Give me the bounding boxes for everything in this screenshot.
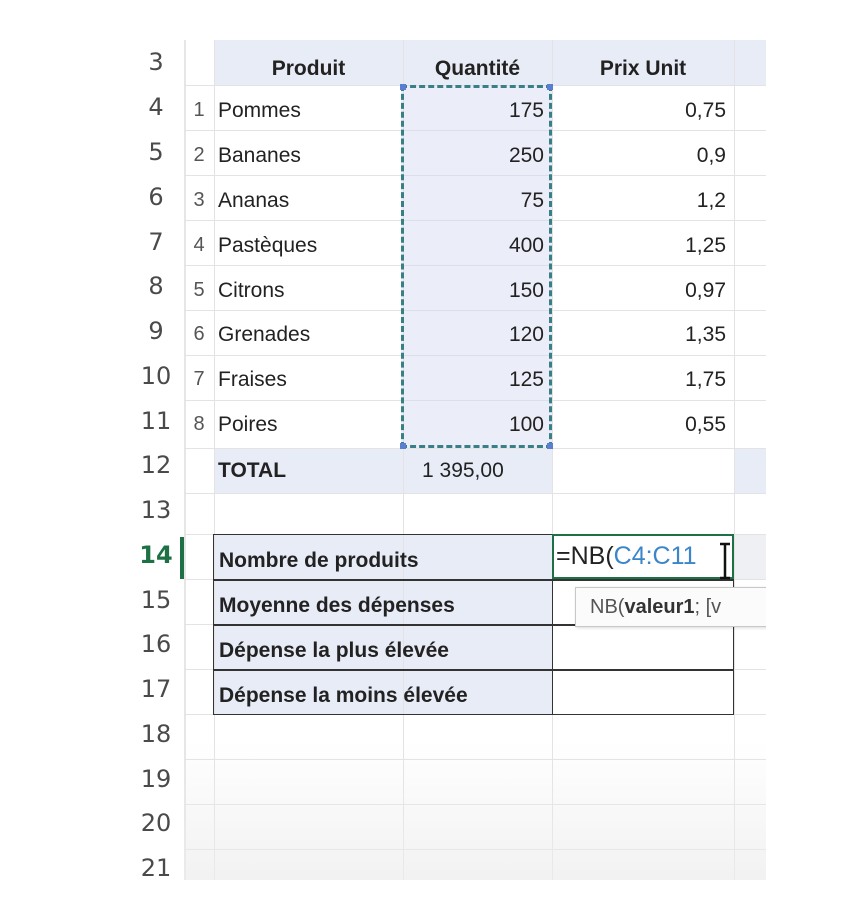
cell-price[interactable]: 1,25 <box>552 223 734 268</box>
cell-price[interactable]: 0,97 <box>552 268 734 313</box>
stat-label-count[interactable]: Nombre de produits <box>219 538 549 583</box>
row-header-21[interactable]: 21 <box>128 854 184 880</box>
cell-price[interactable]: 1,2 <box>552 178 734 223</box>
row-header-16[interactable]: 16 <box>128 630 184 658</box>
row-header-13[interactable]: 13 <box>128 496 184 524</box>
row-header-20[interactable]: 20 <box>128 809 184 837</box>
row-header-8[interactable]: 8 <box>128 272 184 300</box>
cell-quantity[interactable]: 100 <box>403 402 552 447</box>
tooltip-current-arg: valeur1 <box>624 595 695 618</box>
header-produit[interactable]: Produit <box>214 46 403 91</box>
active-row-marker <box>180 537 184 579</box>
cell-price[interactable]: 0,75 <box>552 88 734 133</box>
text-cursor-icon <box>720 542 730 580</box>
row-index: 8 <box>193 413 205 435</box>
cell-quantity[interactable]: 150 <box>403 268 552 313</box>
row-header-6[interactable]: 6 <box>128 183 184 211</box>
row-index: 5 <box>193 279 205 301</box>
cell-product-name[interactable]: Ananas <box>218 178 403 223</box>
formula-range-ref: C4:C11 <box>613 542 697 570</box>
cell-quantity[interactable]: 400 <box>403 223 552 268</box>
header-fill-d <box>734 40 766 85</box>
row-header-12[interactable]: 12 <box>128 451 184 479</box>
row-header-18[interactable]: 18 <box>128 720 184 748</box>
row-header-3[interactable]: 3 <box>128 48 184 76</box>
tooltip-function-name: NB( <box>590 595 625 618</box>
row-header-11[interactable]: 11 <box>128 407 184 435</box>
row-index: 2 <box>193 144 205 166</box>
header-prix-unit[interactable]: Prix Unit <box>552 46 734 91</box>
total-label[interactable]: TOTAL <box>218 448 403 493</box>
cell-product-name[interactable]: Pommes <box>218 88 403 133</box>
cell-price[interactable]: 0,9 <box>552 133 734 178</box>
stat-label-average[interactable]: Moyenne des dépenses <box>219 583 549 628</box>
row-index: 4 <box>193 234 205 256</box>
stats-fill-d <box>734 534 766 579</box>
cell-quantity[interactable]: 75 <box>403 178 552 223</box>
row-index: 7 <box>193 368 205 390</box>
total-value[interactable]: 1 395,00 <box>422 448 552 493</box>
row-header-10[interactable]: 10 <box>128 362 184 390</box>
row-header-17[interactable]: 17 <box>128 675 184 703</box>
row-header-14[interactable]: 14 <box>128 541 184 569</box>
row-index: 1 <box>193 99 205 121</box>
cell-quantity[interactable]: 125 <box>403 357 552 402</box>
cell-product-name[interactable]: Poires <box>218 402 403 447</box>
cell-product-name[interactable]: Fraises <box>218 357 403 402</box>
cell-product-name[interactable]: Citrons <box>218 268 403 313</box>
row-header-5[interactable]: 5 <box>128 138 184 166</box>
row-index: 6 <box>193 323 205 345</box>
formula-in-cell[interactable]: =NB(C4:C11 <box>556 534 697 579</box>
cell-quantity[interactable]: 175 <box>403 88 552 133</box>
spreadsheet[interactable]: 3 4 5 6 7 8 9 10 11 12 13 14 15 16 17 18… <box>128 40 766 880</box>
cell-product-name[interactable]: Grenades <box>218 312 403 357</box>
cell-price[interactable]: 0,55 <box>552 402 734 447</box>
cell-quantity[interactable]: 120 <box>403 312 552 357</box>
formula-prefix: =NB( <box>556 542 614 570</box>
row-header-19[interactable]: 19 <box>128 765 184 793</box>
function-tooltip[interactable]: NB(valeur1; [v <box>575 587 766 627</box>
row-header-4[interactable]: 4 <box>128 93 184 121</box>
cell-product-name[interactable]: Pastèques <box>218 223 403 268</box>
cell-quantity[interactable]: 250 <box>403 133 552 178</box>
stat-label-max[interactable]: Dépense la plus élevée <box>219 628 549 673</box>
cell-product-name[interactable]: Bananes <box>218 133 403 178</box>
bottom-fade <box>184 740 766 880</box>
row-header-7[interactable]: 7 <box>128 228 184 256</box>
cell-price[interactable]: 1,35 <box>552 312 734 357</box>
total-fill-d <box>734 448 766 493</box>
tooltip-rest: ; [v <box>694 595 722 618</box>
row-header-9[interactable]: 9 <box>128 317 184 345</box>
row-index: 3 <box>193 189 205 211</box>
stat-label-min[interactable]: Dépense la moins élevée <box>219 673 549 718</box>
cell-price[interactable]: 1,75 <box>552 357 734 402</box>
row-header-15[interactable]: 15 <box>128 586 184 614</box>
